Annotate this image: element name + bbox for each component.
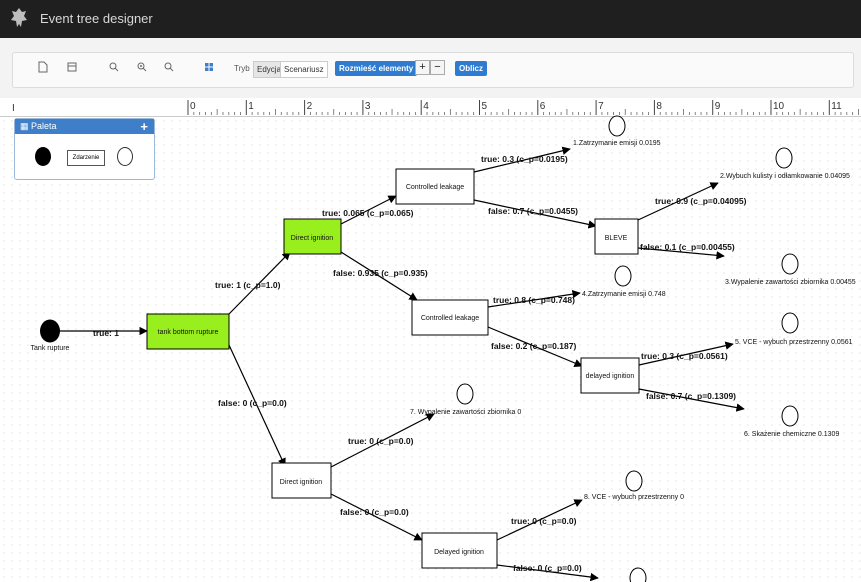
svg-text:tank bottom rupture: tank bottom rupture — [158, 329, 219, 336]
outcome-label-1: 1.Zatrzymanie emisji 0.0195 — [573, 140, 661, 147]
palette-initiator-shape[interactable] — [35, 147, 51, 166]
svg-text:Controlled leakage: Controlled leakage — [406, 184, 464, 191]
svg-text:BLEVE: BLEVE — [605, 235, 628, 242]
node-delayed-ignition-1[interactable]: delayed ignition — [580, 357, 640, 394]
node-delayed-ignition-2[interactable]: Delayed ignition — [421, 532, 498, 569]
svg-text:Direct ignition: Direct ignition — [280, 479, 323, 486]
node-direct-ignition[interactable]: Direct ignition — [283, 218, 342, 255]
outcome-circle-8[interactable] — [625, 470, 643, 492]
branch-label-n5-true: true: 0.8 (c_p=0.748) — [493, 295, 575, 305]
initiator-label: Tank rupture — [31, 345, 70, 352]
palette-add-button[interactable]: + — [140, 119, 148, 134]
palette-outcome-shape[interactable] — [117, 147, 133, 166]
outcome-label-5: 5. VCE - wybuch przestrzenny 0.0561 — [735, 339, 853, 346]
svg-text:Controlled leakage: Controlled leakage — [421, 315, 479, 322]
palette-title: Paleta — [31, 121, 57, 131]
outcome-circle-9[interactable] — [629, 567, 647, 582]
outcome-circle-2[interactable] — [775, 147, 793, 169]
outcome-circle-4[interactable] — [614, 265, 632, 287]
outcome-label-4: 4.Zatrzymanie emisji 0.748 — [582, 291, 666, 298]
outcome-label-2: 2.Wybuch kulisty i odłamkowanie 0.04095 — [720, 173, 850, 180]
svg-text:Delayed ignition: Delayed ignition — [434, 549, 484, 556]
branch-label-n4-true: true: 0.9 (c_p=0.04095) — [655, 196, 747, 206]
branch-label-n7-true: true: 0 (c_p=0.0) — [348, 436, 414, 446]
palette-grid-icon: ▦ — [20, 121, 29, 131]
branch-label-n3-false: false: 0.7 (c_p=0.0455) — [488, 206, 578, 216]
outcome-circle-1[interactable] — [608, 115, 626, 137]
branch-label-n8-true: true: 0 (c_p=0.0) — [511, 516, 577, 526]
outcome-label-6: 6. Skażenie chemiczne 0.1309 — [744, 431, 839, 438]
node-tank-bottom-rupture[interactable]: tank bottom rupture — [146, 313, 230, 350]
initiator-node[interactable] — [40, 319, 60, 343]
node-controlled-leakage-2[interactable]: Controlled leakage — [411, 299, 489, 336]
node-controlled-leakage-1[interactable]: Controlled leakage — [395, 168, 475, 205]
branch-label-init: true: 1 — [93, 328, 119, 338]
branch-label-n6-false: false: 0.7 (c_p=0.1309) — [646, 391, 736, 401]
outcome-circle-5[interactable] — [781, 312, 799, 334]
branch-label-n1-true: true: 1 (c_p=1.0) — [215, 280, 281, 290]
svg-text:Direct ignition: Direct ignition — [291, 235, 334, 242]
node-direct-ignition-2[interactable]: Direct ignition — [271, 462, 332, 499]
branch-label-n6-true: true: 0.3 (c_p=0.0561) — [641, 351, 728, 361]
palette-panel: ▦ Paleta + Zdarzenie — [14, 118, 155, 180]
event-tree-diagram: Tank rupture tank bottom rupture Direct … — [31, 115, 856, 582]
branch-label-n2-false: false: 0.935 (c_p=0.935) — [333, 268, 428, 278]
svg-text:delayed ignition: delayed ignition — [586, 373, 635, 380]
outcome-label-8: 8. VCE - wybuch przestrzenny 0 — [584, 494, 684, 501]
edge-n7-false — [330, 493, 423, 541]
branch-label-n7-false: false: 0 (c_p=0.0) — [340, 507, 409, 517]
branch-label-n2-true: true: 0.065 (c_p=0.065) — [322, 208, 414, 218]
outcome-circle-6[interactable] — [781, 405, 799, 427]
node-bleve[interactable]: BLEVE — [594, 218, 639, 255]
outcome-circle-7[interactable] — [456, 383, 474, 405]
outcome-circle-3[interactable] — [781, 253, 799, 275]
branch-label-n1-false: false: 0 (c_p=0.0) — [218, 398, 287, 408]
branch-label-n5-false: false: 0.2 (c_p=0.187) — [491, 341, 576, 351]
branch-label-n3-true: true: 0.3 (c_p=0.0195) — [481, 154, 568, 164]
palette-event-shape[interactable]: Zdarzenie — [67, 150, 105, 166]
branch-label-n4-false: false: 0.1 (c_p=0.00455) — [640, 242, 735, 252]
outcome-label-7: 7. Wypalenie zawartości zbiornika 0 — [410, 409, 521, 416]
palette-header: ▦ Paleta + — [15, 119, 154, 134]
branch-label-n8-false: false: 0 (c_p=0.0) — [513, 563, 582, 573]
outcome-label-3: 3.Wypalenie zawartości zbiornika 0.00455 — [725, 279, 856, 286]
